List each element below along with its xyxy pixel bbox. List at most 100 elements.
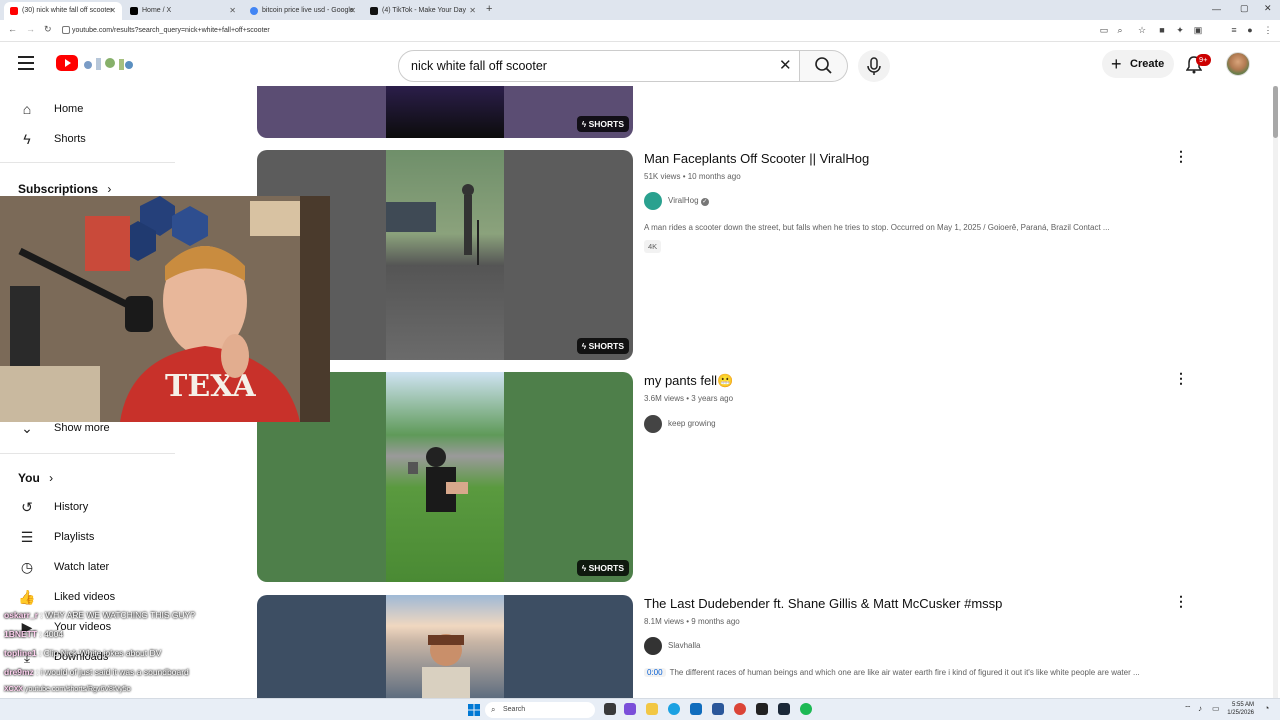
sidebar-item-liked-videos[interactable]: 👍 Liked videos [0, 582, 175, 612]
more-options-icon[interactable]: ⋮ [1174, 370, 1188, 386]
google-favicon-icon [250, 7, 258, 15]
video-title[interactable]: Man Faceplants Off Scooter || ViralHog [644, 151, 869, 166]
obs-icon[interactable] [756, 703, 768, 715]
notification-count-badge: 9+ [1196, 54, 1211, 66]
extension-icon[interactable]: ■ [1157, 25, 1167, 35]
tab-search-icon[interactable]: ▣ [1193, 25, 1203, 35]
video-title[interactable]: The Last Dudebender ft. Shane Gillis & M… [644, 596, 1002, 611]
profile-icon[interactable]: ● [1245, 25, 1255, 35]
file-explorer-icon[interactable] [646, 703, 658, 715]
video-title[interactable]: my pants fell😬 [644, 373, 733, 389]
channel-avatar [644, 192, 662, 210]
windows-start-icon[interactable] [468, 703, 480, 716]
view-count: 3.6M views [644, 394, 685, 403]
video-thumbnail[interactable]: ϟ SHORTS [257, 86, 633, 138]
channel-avatar [644, 637, 662, 655]
sidebar-item-watch-later[interactable]: ◷ Watch later [0, 552, 175, 582]
cast-icon[interactable]: ▭ [1099, 25, 1109, 35]
notification-center-icon[interactable]: ◔ [1264, 703, 1269, 713]
tab-label: bitcoin price live usd - Google [262, 7, 354, 14]
tab-x[interactable]: Home / X ✕ [124, 2, 242, 20]
sidebar-icon[interactable]: ≡ [1229, 25, 1239, 35]
youtube-favicon-icon [10, 7, 18, 15]
search-icon: ⌕ [491, 705, 496, 714]
youtube-logo-icon[interactable] [56, 55, 78, 71]
app-icon[interactable] [712, 703, 724, 715]
forward-icon[interactable]: → [26, 24, 35, 34]
channel-name: Slavhalla [668, 641, 701, 650]
voice-search-button[interactable] [858, 50, 890, 82]
hamburger-menu-icon[interactable] [18, 56, 34, 70]
create-button[interactable]: + Create [1102, 50, 1174, 78]
close-window-icon[interactable]: ✕ [1264, 3, 1272, 14]
steam-icon[interactable] [778, 703, 790, 715]
scrollbar-thumb[interactable] [1273, 86, 1278, 138]
chevron-right-icon: › [49, 471, 54, 485]
chapter-timestamp[interactable]: 0:00 [644, 668, 666, 677]
microphone-icon [867, 57, 881, 75]
sidebar-item-home[interactable]: ⌂ Home [0, 94, 175, 124]
shorts-icon: ϟ [23, 131, 31, 147]
more-options-icon[interactable]: ⋮ [1174, 593, 1188, 609]
search-button[interactable] [800, 50, 848, 82]
tab-youtube[interactable]: (30) nick white fall off scooter ✕ [4, 2, 122, 20]
windows-taskbar: ⌕ Search ⌔ ♪ ▭ 5:55 AM 1/25/2026 ◔ [0, 698, 1280, 720]
close-tab-icon[interactable]: ✕ [349, 2, 356, 20]
sidebar-item-playlists[interactable]: ☰ Playlists [0, 522, 175, 552]
network-icon[interactable]: ⌔ [1184, 704, 1192, 714]
sidebar-you-heading[interactable]: You › [18, 471, 53, 485]
thumbnail-image [386, 595, 504, 698]
edge-icon[interactable] [668, 703, 680, 715]
sidebar-divider [0, 162, 175, 163]
more-options-icon[interactable]: ⋮ [1174, 148, 1188, 164]
sidebar-subscriptions-heading[interactable]: Subscriptions › [18, 182, 111, 196]
zoom-icon[interactable]: ⌕ [1115, 25, 1125, 35]
avatar[interactable] [1226, 52, 1250, 76]
maximize-icon[interactable]: ▢ [1240, 3, 1249, 14]
spotify-icon[interactable] [800, 703, 812, 715]
upload-age: 9 months ago [691, 617, 740, 626]
clock-time: 5:55 AM [1231, 702, 1254, 708]
shorts-badge: ϟ SHORTS [576, 116, 629, 132]
browser-menu-icon[interactable]: ⋮ [1263, 25, 1273, 35]
close-tab-icon[interactable]: ✕ [469, 2, 476, 20]
system-clock[interactable]: 5:55 AM 1/25/2026 [1227, 701, 1254, 717]
clear-search-icon[interactable]: ✕ [779, 51, 792, 81]
sidebar-item-label: Shorts [54, 133, 86, 145]
video-thumbnail[interactable] [257, 595, 633, 698]
thumbs-up-icon: 👍 [18, 589, 36, 605]
reload-icon[interactable]: ↻ [44, 24, 52, 35]
new-tab-icon[interactable]: + [486, 3, 492, 15]
upload-age: 3 years ago [691, 394, 734, 403]
chrome-icon[interactable] [734, 703, 746, 715]
puzzle-icon[interactable]: ✦ [1175, 25, 1185, 35]
task-view-icon[interactable] [604, 703, 616, 715]
video-meta: 8.1M views • 9 months ago [644, 617, 740, 626]
youtube-doodle-icon[interactable] [82, 55, 134, 71]
bookmark-icon[interactable]: ☆ [1137, 25, 1147, 35]
sidebar-item-label: Playlists [54, 531, 95, 543]
sidebar-item-history[interactable]: ↺ History [0, 492, 175, 522]
back-icon[interactable]: ← [8, 24, 17, 34]
copilot-icon[interactable] [624, 703, 636, 715]
close-tab-icon[interactable]: ✕ [109, 2, 116, 20]
volume-icon[interactable]: ♪ [1198, 704, 1202, 713]
close-tab-icon[interactable]: ✕ [229, 2, 236, 20]
taskbar-search[interactable]: ⌕ Search [485, 702, 595, 718]
sidebar-item-shorts[interactable]: ϟ Shorts [0, 124, 175, 154]
subscriptions-label: Subscriptions [18, 182, 99, 196]
thumbnail-image [386, 86, 504, 138]
tab-google[interactable]: bitcoin price live usd - Google ✕ [244, 2, 362, 20]
url-field[interactable]: youtube.com/results?search_query=nick+wh… [72, 24, 270, 38]
store-icon[interactable] [690, 703, 702, 715]
description-text: The different races of human beings and … [669, 668, 1140, 677]
site-info-icon[interactable] [62, 26, 70, 34]
minimize-icon[interactable]: — [1212, 4, 1221, 14]
tab-tiktok[interactable]: (4) TikTok - Make Your Day ✕ [364, 2, 482, 20]
clock-date: 1/25/2026 [1227, 710, 1254, 716]
browser-address-bar: ← → ↻ youtube.com/results?search_query=n… [0, 20, 1280, 42]
search-input[interactable]: nick white fall off scooter ✕ [398, 50, 800, 82]
scrollbar-track[interactable] [1273, 86, 1278, 698]
sidebar-item-label: Liked videos [54, 591, 116, 603]
battery-icon[interactable]: ▭ [1212, 704, 1220, 713]
